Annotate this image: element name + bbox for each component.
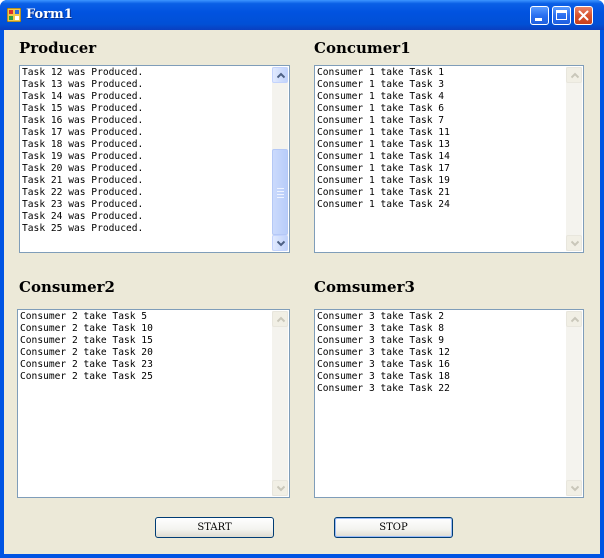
list-item[interactable]: Consumer 1 take Task 1 xyxy=(317,67,565,79)
list-item[interactable]: Consumer 2 take Task 10 xyxy=(20,323,271,335)
consumer1-label: Concumer1 xyxy=(314,39,411,57)
chevron-up-icon xyxy=(571,72,579,79)
list-item[interactable]: Consumer 3 take Task 8 xyxy=(317,323,565,335)
list-item[interactable]: Consumer 1 take Task 24 xyxy=(317,199,565,211)
grip-line xyxy=(277,197,284,198)
list-item[interactable]: Task 25 was Produced. xyxy=(22,223,271,235)
producer-listbox[interactable]: Task 12 was Produced. Task 13 was Produc… xyxy=(19,65,290,253)
list-item[interactable]: Consumer 1 take Task 11 xyxy=(317,127,565,139)
consumer3-listbox[interactable]: Consumer 3 take Task 2 Consumer 3 take T… xyxy=(314,309,584,498)
grip-line xyxy=(277,194,284,195)
list-item[interactable]: Consumer 1 take Task 6 xyxy=(317,103,565,115)
close-button[interactable] xyxy=(574,6,593,25)
list-item[interactable]: Consumer 1 take Task 3 xyxy=(317,79,565,91)
title-bar[interactable]: Form1 xyxy=(0,0,604,30)
list-item[interactable]: Task 16 was Produced. xyxy=(22,115,271,127)
chevron-down-icon xyxy=(571,240,579,247)
minimize-button[interactable] xyxy=(530,6,549,25)
scrollbar-thumb[interactable] xyxy=(272,149,288,235)
list-item[interactable]: Consumer 1 take Task 21 xyxy=(317,187,565,199)
chevron-down-icon xyxy=(571,485,579,492)
list-item[interactable]: Task 15 was Produced. xyxy=(22,103,271,115)
app-window: Form1 Producer Task 12 was Produced. Tas… xyxy=(0,0,604,558)
list-item[interactable]: Consumer 1 take Task 19 xyxy=(317,175,565,187)
consumer2-label: Consumer2 xyxy=(19,278,115,296)
list-item[interactable]: Task 23 was Produced. xyxy=(22,199,271,211)
grip-line xyxy=(277,188,284,189)
scroll-down-button[interactable] xyxy=(566,480,582,496)
list-item[interactable]: Consumer 1 take Task 17 xyxy=(317,163,565,175)
list-item[interactable]: Consumer 3 take Task 16 xyxy=(317,359,565,371)
maximize-button[interactable] xyxy=(552,6,571,25)
list-item[interactable]: Consumer 3 take Task 2 xyxy=(317,311,565,323)
list-item[interactable]: Consumer 1 take Task 13 xyxy=(317,139,565,151)
chevron-down-icon xyxy=(277,240,285,247)
list-item[interactable]: Task 19 was Produced. xyxy=(22,151,271,163)
consumer1-scrollbar[interactable] xyxy=(566,67,582,251)
list-item[interactable]: Task 17 was Produced. xyxy=(22,127,271,139)
scroll-down-button[interactable] xyxy=(566,235,582,251)
consumer3-label: Comsumer3 xyxy=(314,278,415,296)
list-item[interactable]: Task 22 was Produced. xyxy=(22,187,271,199)
scroll-down-button[interactable] xyxy=(272,480,288,496)
scroll-up-button[interactable] xyxy=(272,67,288,83)
maximize-icon xyxy=(556,10,567,20)
scroll-down-button[interactable] xyxy=(272,235,288,251)
start-button[interactable]: START xyxy=(155,517,274,538)
producer-label: Producer xyxy=(19,39,97,57)
form-client-area: Producer Task 12 was Produced. Task 13 w… xyxy=(4,30,600,554)
list-item[interactable]: Consumer 2 take Task 15 xyxy=(20,335,271,347)
consumer1-listbox[interactable]: Consumer 1 take Task 1 Consumer 1 take T… xyxy=(314,65,584,253)
list-item[interactable]: Consumer 2 take Task 23 xyxy=(20,359,271,371)
list-item[interactable]: Consumer 2 take Task 5 xyxy=(20,311,271,323)
list-item[interactable]: Consumer 3 take Task 12 xyxy=(317,347,565,359)
producer-scrollbar[interactable] xyxy=(272,67,288,251)
list-item[interactable]: Task 20 was Produced. xyxy=(22,163,271,175)
list-item[interactable]: Task 24 was Produced. xyxy=(22,211,271,223)
list-item[interactable]: Task 14 was Produced. xyxy=(22,91,271,103)
consumer2-listbox[interactable]: Consumer 2 take Task 5 Consumer 2 take T… xyxy=(17,309,290,498)
form-icon xyxy=(7,8,21,22)
list-item[interactable]: Consumer 2 take Task 20 xyxy=(20,347,271,359)
scroll-up-button[interactable] xyxy=(566,67,582,83)
list-item[interactable]: Task 13 was Produced. xyxy=(22,79,271,91)
list-item[interactable]: Task 21 was Produced. xyxy=(22,175,271,187)
grip-line xyxy=(277,191,284,192)
minimize-icon xyxy=(535,18,542,21)
scroll-up-button[interactable] xyxy=(272,311,288,327)
list-item[interactable]: Consumer 3 take Task 9 xyxy=(317,335,565,347)
consumer2-list-content: Consumer 2 take Task 5 Consumer 2 take T… xyxy=(20,311,271,497)
close-icon xyxy=(578,10,589,21)
chevron-down-icon xyxy=(277,485,285,492)
list-item[interactable]: Task 12 was Produced. xyxy=(22,67,271,79)
list-item[interactable]: Consumer 3 take Task 18 xyxy=(317,371,565,383)
consumer3-scrollbar[interactable] xyxy=(566,311,582,496)
list-item[interactable]: Consumer 1 take Task 7 xyxy=(317,115,565,127)
list-item[interactable]: Consumer 1 take Task 4 xyxy=(317,91,565,103)
scroll-up-button[interactable] xyxy=(566,311,582,327)
producer-list-content: Task 12 was Produced. Task 13 was Produc… xyxy=(22,67,271,252)
window-title: Form1 xyxy=(26,7,73,22)
list-item[interactable]: Consumer 1 take Task 14 xyxy=(317,151,565,163)
consumer3-list-content: Consumer 3 take Task 2 Consumer 3 take T… xyxy=(317,311,565,497)
stop-button[interactable]: STOP xyxy=(334,517,453,538)
list-item[interactable]: Task 18 was Produced. xyxy=(22,139,271,151)
chevron-up-icon xyxy=(277,316,285,323)
list-item[interactable]: Consumer 2 take Task 25 xyxy=(20,371,271,383)
chevron-up-icon xyxy=(277,72,285,79)
chevron-up-icon xyxy=(571,316,579,323)
consumer2-scrollbar[interactable] xyxy=(272,311,288,496)
list-item[interactable]: Consumer 3 take Task 22 xyxy=(317,383,565,395)
consumer1-list-content: Consumer 1 take Task 1 Consumer 1 take T… xyxy=(317,67,565,252)
